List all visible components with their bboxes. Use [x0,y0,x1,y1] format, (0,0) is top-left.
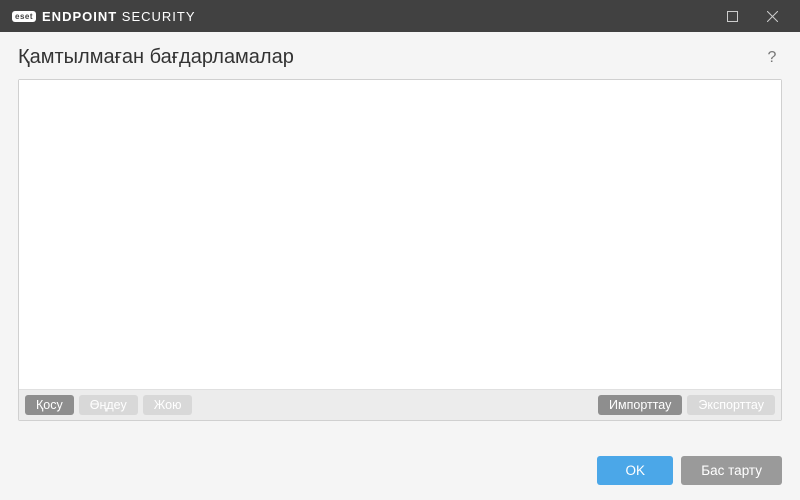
content-panel: Қосу Өңдеу Жою Импорттау Экспорттау [18,79,782,421]
edit-button: Өңдеу [79,395,138,415]
titlebar: eset ENDPOINT SECURITY [0,0,800,32]
window-controls [712,0,792,32]
close-button[interactable] [752,0,792,32]
maximize-icon [727,11,738,22]
help-icon: ? [768,49,777,67]
excluded-apps-list[interactable] [19,80,781,389]
header-row: Қамтылмаған бағдарламалар ? [0,32,800,79]
import-button[interactable]: Импорттау [598,395,682,415]
help-button[interactable]: ? [762,48,782,68]
toolbar-spacer [197,395,593,415]
dialog-footer: OK Бас тарту [0,443,800,500]
page-title: Қамтылмаған бағдарламалар [18,46,294,69]
close-icon [767,11,778,22]
maximize-button[interactable] [712,0,752,32]
ok-button[interactable]: OK [597,456,673,485]
add-button[interactable]: Қосу [25,395,74,415]
panel-toolbar: Қосу Өңдеу Жою Импорттау Экспорттау [19,389,781,420]
logo-badge: eset [12,11,36,22]
cancel-button[interactable]: Бас тарту [681,456,782,485]
app-logo: eset ENDPOINT SECURITY [12,9,196,24]
export-button: Экспорттау [687,395,775,415]
delete-button: Жою [143,395,193,415]
logo-text: ENDPOINT SECURITY [42,9,196,24]
